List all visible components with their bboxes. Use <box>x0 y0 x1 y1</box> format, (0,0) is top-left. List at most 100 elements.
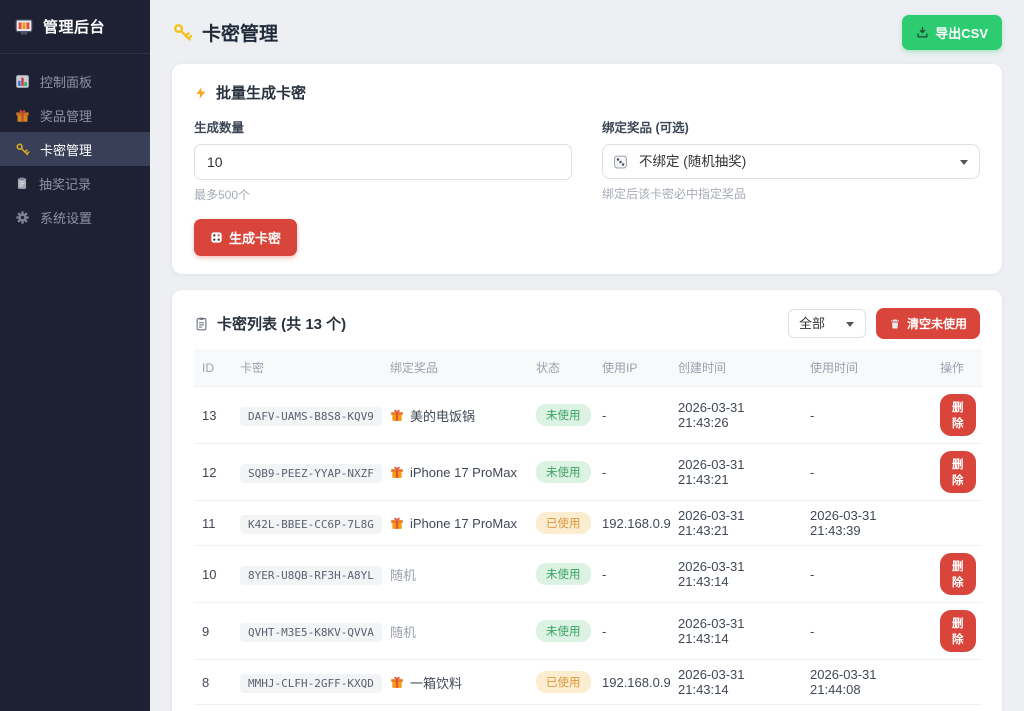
used-ip: - <box>594 444 670 501</box>
card-key: SQB9-PEEZ-YYAP-NXZF <box>240 464 382 483</box>
table-row: 11K42L-BBEE-CC6P-7L8GiPhone 17 ProMax已使用… <box>194 501 982 546</box>
clear-unused-button[interactable]: 清空未使用 <box>876 308 980 339</box>
list-actions: 全部 清空未使用 <box>788 308 980 339</box>
used-time: - <box>802 705 932 711</box>
delete-button[interactable]: 删除 <box>940 451 976 493</box>
status-badge: 未使用 <box>536 563 591 585</box>
card-key: DAFV-UAMS-B8S8-KQV9 <box>240 407 382 426</box>
generator-form: 生成数量 最多500个 绑定奖品 (可选) <box>194 117 980 203</box>
col-ip: 使用IP <box>594 349 670 387</box>
sidebar-item-label: 卡密管理 <box>40 140 92 159</box>
status-filter-wrap: 全部 <box>788 309 866 338</box>
table-row: 9QVHT-M3E5-K8KV-QVVA随机未使用-2026-03-31 21:… <box>194 603 982 660</box>
created-time: 2026-03-31 21:43:21 <box>670 501 802 546</box>
generator-title-text: 批量生成卡密 <box>216 82 306 103</box>
gift-icon <box>390 408 404 422</box>
export-csv-button[interactable]: 导出CSV <box>902 15 1002 50</box>
prize-hint: 绑定后该卡密必中指定奖品 <box>602 185 980 202</box>
gift-icon <box>15 108 30 123</box>
used-ip: 192.168.0.9 <box>594 660 670 705</box>
row-id: 7 <box>194 705 232 711</box>
sidebar-item-records[interactable]: 抽奖记录 <box>0 166 150 200</box>
quantity-input[interactable] <box>194 144 572 180</box>
generate-button-label: 生成卡密 <box>229 228 281 247</box>
used-time: - <box>802 444 932 501</box>
used-ip: - <box>594 603 670 660</box>
used-time: 2026-03-31 21:44:08 <box>802 660 932 705</box>
prize-value: 随机 <box>390 565 520 584</box>
status-badge: 未使用 <box>536 620 591 642</box>
row-id: 8 <box>194 660 232 705</box>
sidebar-item-cardkeys[interactable]: 卡密管理 <box>0 132 150 166</box>
status-badge: 未使用 <box>536 461 591 483</box>
dice-icon <box>210 231 223 244</box>
gear-icon <box>15 210 30 225</box>
sidebar-item-prizes[interactable]: 奖品管理 <box>0 98 150 132</box>
used-ip: - <box>594 705 670 711</box>
row-id: 9 <box>194 603 232 660</box>
col-status: 状态 <box>528 349 594 387</box>
clear-unused-label: 清空未使用 <box>907 315 967 332</box>
table-row: 108YER-U8QB-RF3H-A8YL随机未使用-2026-03-31 21… <box>194 546 982 603</box>
row-id: 13 <box>194 387 232 444</box>
status-badge: 已使用 <box>536 671 591 693</box>
delete-button[interactable]: 删除 <box>940 610 976 652</box>
generator-title: 批量生成卡密 <box>194 82 980 103</box>
created-time: 2026-03-31 21:43:21 <box>670 444 802 501</box>
used-ip: 192.168.0.9 <box>594 501 670 546</box>
sidebar-item-dashboard[interactable]: 控制面板 <box>0 64 150 98</box>
slot-machine-icon <box>14 17 34 37</box>
app-title: 管理后台 <box>43 16 105 37</box>
sidebar: 管理后台 控制面板 奖品管理 <box>0 0 150 711</box>
generate-button[interactable]: 生成卡密 <box>194 219 297 256</box>
sidebar-item-label: 系统设置 <box>40 208 92 227</box>
sidebar-nav: 控制面板 奖品管理 卡密管理 <box>0 54 150 234</box>
key-icon <box>172 22 193 43</box>
created-time: 2026-03-31 21:43:26 <box>670 387 802 444</box>
sidebar-item-label: 奖品管理 <box>40 106 92 125</box>
used-time: - <box>802 546 932 603</box>
status-filter-select[interactable]: 全部 <box>788 309 866 338</box>
row-id: 10 <box>194 546 232 603</box>
used-time: - <box>802 603 932 660</box>
table-row: 8MMHJ-CLFH-2GFF-KXQD一箱饮料已使用192.168.0.920… <box>194 660 982 705</box>
sidebar-item-label: 抽奖记录 <box>39 174 91 193</box>
delete-button[interactable]: 删除 <box>940 394 976 436</box>
clipboard-icon <box>194 316 209 331</box>
status-badge: 未使用 <box>536 404 591 426</box>
prize-select[interactable]: 不绑定 (随机抽奖) <box>602 144 980 179</box>
list-title-text: 卡密列表 (共 13 个) <box>217 313 346 334</box>
main-content: 卡密管理 导出CSV 批量生成卡密 生成数量 <box>150 0 1024 711</box>
created-time: 2026-03-31 21:43:14 <box>670 603 802 660</box>
delete-button[interactable]: 删除 <box>940 553 976 595</box>
prize-field-group: 绑定奖品 (可选) 不绑定 (随机抽奖) 绑定后该卡密必中指定奖 <box>602 117 980 203</box>
page-title-text: 卡密管理 <box>202 19 278 46</box>
lightning-icon <box>194 85 208 101</box>
page-header: 卡密管理 导出CSV <box>172 15 1002 50</box>
clipboard-icon <box>15 176 29 190</box>
col-prize: 绑定奖品 <box>382 349 528 387</box>
cardkey-list-card: 卡密列表 (共 13 个) 全部 清空未使用 <box>172 290 1002 711</box>
prize-value: 随机 <box>390 622 520 641</box>
card-key: K42L-BBEE-CC6P-7L8G <box>240 515 382 534</box>
gift-icon <box>390 675 404 689</box>
list-header: 卡密列表 (共 13 个) 全部 清空未使用 <box>194 308 980 339</box>
table-header-row: ID 卡密 绑定奖品 状态 使用IP 创建时间 使用时间 操作 <box>194 349 982 387</box>
quantity-label: 生成数量 <box>194 117 572 136</box>
batch-generator-card: 批量生成卡密 生成数量 最多500个 绑定奖品 (可选) <box>172 64 1002 274</box>
download-icon <box>916 26 929 39</box>
gift-icon <box>390 465 404 479</box>
chart-icon <box>15 74 30 89</box>
quantity-hint: 最多500个 <box>194 186 572 203</box>
prize-value: 一箱饮料 <box>390 673 520 692</box>
created-time: 2026-03-31 21:43:14 <box>670 546 802 603</box>
sidebar-item-settings[interactable]: 系统设置 <box>0 200 150 234</box>
col-id: ID <box>194 349 232 387</box>
key-icon <box>15 142 30 157</box>
col-actions: 操作 <box>932 349 982 387</box>
used-ip: - <box>594 387 670 444</box>
col-key: 卡密 <box>232 349 382 387</box>
used-time: - <box>802 387 932 444</box>
created-time: 2026-03-31 21:43:14 <box>670 660 802 705</box>
list-title: 卡密列表 (共 13 个) <box>194 313 346 334</box>
